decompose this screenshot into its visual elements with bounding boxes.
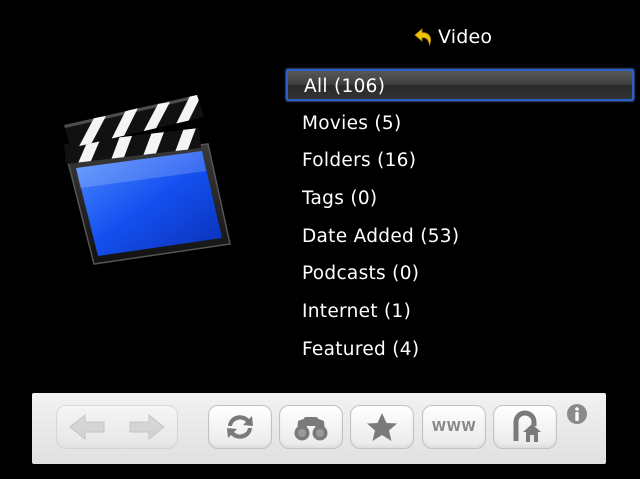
menu-item-label: Movies (5) [302, 112, 402, 134]
menu-item-featured[interactable]: Featured (4) [286, 333, 634, 371]
menu-item-label: All (106) [304, 76, 386, 97]
menu-item-label: Internet (1) [302, 301, 412, 323]
menu-item-folders[interactable]: Folders (16) [286, 144, 634, 182]
menu-item-label: Folders (16) [302, 150, 417, 172]
refresh-icon [227, 415, 253, 439]
info-icon[interactable] [566, 403, 588, 425]
forward-button[interactable] [117, 406, 177, 448]
menu-item-movies[interactable]: Movies (5) [286, 107, 634, 145]
menu-item-label: Featured (4) [302, 338, 420, 360]
bottom-toolbar: WWW [32, 393, 606, 464]
menu-item-internet[interactable]: Internet (1) [286, 295, 634, 333]
page-header: Video [414, 24, 492, 50]
menu-item-label: Date Added (53) [302, 225, 460, 247]
forward-arrow-icon [129, 413, 165, 441]
home-button[interactable] [493, 405, 557, 449]
video-clapperboard-icon [64, 95, 231, 265]
menu-item-all[interactable]: All (106) [286, 69, 634, 101]
search-button[interactable] [279, 405, 343, 449]
favorites-button[interactable] [350, 405, 414, 449]
refresh-button[interactable] [208, 405, 272, 449]
history-nav-group [56, 405, 178, 449]
menu-item-tags[interactable]: Tags (0) [286, 182, 634, 220]
menu-item-label: Tags (0) [302, 188, 378, 210]
video-menu-list: All (106) Movies (5) Folders (16) Tags (… [286, 69, 634, 371]
web-button[interactable]: WWW [422, 405, 486, 449]
menu-item-date-added[interactable]: Date Added (53) [286, 220, 634, 258]
home-icon [513, 410, 541, 442]
binoculars-icon [294, 417, 328, 441]
back-arrow-icon[interactable] [414, 27, 434, 47]
menu-item-label: Podcasts (0) [302, 263, 420, 285]
menu-item-podcasts[interactable]: Podcasts (0) [286, 257, 634, 295]
back-button[interactable] [57, 406, 117, 448]
page-title: Video [438, 26, 493, 48]
back-arrow-icon [69, 413, 105, 441]
star-icon [367, 413, 397, 441]
www-icon: WWW [431, 419, 477, 435]
